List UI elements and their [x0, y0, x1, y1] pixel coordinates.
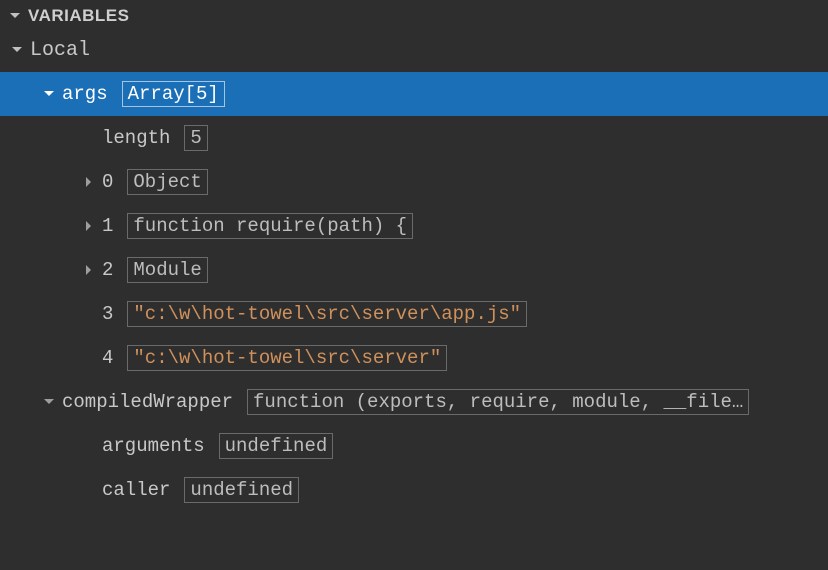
variable-name: 4: [102, 347, 113, 369]
variable-name: 0: [102, 171, 113, 193]
chevron-right-icon: [80, 261, 98, 279]
tree-row[interactable]: args Array[5]: [0, 72, 828, 116]
variable-value: "c:\w\hot-towel\src\server\app.js": [127, 301, 527, 327]
scope-local-header[interactable]: Local: [0, 32, 828, 68]
variable-value: undefined: [184, 477, 299, 503]
variable-name: 3: [102, 303, 113, 325]
variable-name: 1: [102, 215, 113, 237]
variable-value: undefined: [219, 433, 334, 459]
variable-name: compiledWrapper: [62, 391, 233, 413]
tree-row[interactable]: 0 Object: [0, 160, 828, 204]
variable-value: function (exports, require, module, __fi…: [247, 389, 749, 415]
tree-row[interactable]: length 5: [0, 116, 828, 160]
variable-name: arguments: [102, 435, 205, 457]
chevron-down-icon: [6, 7, 24, 25]
variable-value: function require(path) {: [127, 213, 413, 239]
chevron-right-icon: [80, 173, 98, 191]
variable-name: caller: [102, 479, 170, 501]
variable-value: Object: [127, 169, 207, 195]
tree-row[interactable]: caller undefined: [0, 468, 828, 512]
chevron-right-icon: [80, 217, 98, 235]
tree-row[interactable]: compiledWrapper function (exports, requi…: [0, 380, 828, 424]
tree-row[interactable]: arguments undefined: [0, 424, 828, 468]
panel-title: VARIABLES: [28, 6, 129, 26]
panel-header[interactable]: VARIABLES: [0, 0, 828, 32]
variable-name: 2: [102, 259, 113, 281]
variable-name: length: [102, 127, 170, 149]
variable-name: args: [62, 83, 108, 105]
chevron-down-icon: [8, 41, 26, 59]
variable-value: Module: [127, 257, 207, 283]
scope-name: Local: [30, 39, 90, 62]
variables-panel: VARIABLES Local args Array[5] length 5 0: [0, 0, 828, 570]
chevron-down-icon: [40, 85, 58, 103]
variable-value: 5: [184, 125, 207, 151]
tree-row[interactable]: 4 "c:\w\hot-towel\src\server": [0, 336, 828, 380]
variable-value: Array[5]: [122, 81, 225, 107]
tree-row[interactable]: 2 Module: [0, 248, 828, 292]
chevron-down-icon: [40, 393, 58, 411]
variable-value: "c:\w\hot-towel\src\server": [127, 345, 447, 371]
tree-row[interactable]: 1 function require(path) {: [0, 204, 828, 248]
variables-tree: args Array[5] length 5 0 Object 1 functi…: [0, 68, 828, 512]
tree-row[interactable]: 3 "c:\w\hot-towel\src\server\app.js": [0, 292, 828, 336]
